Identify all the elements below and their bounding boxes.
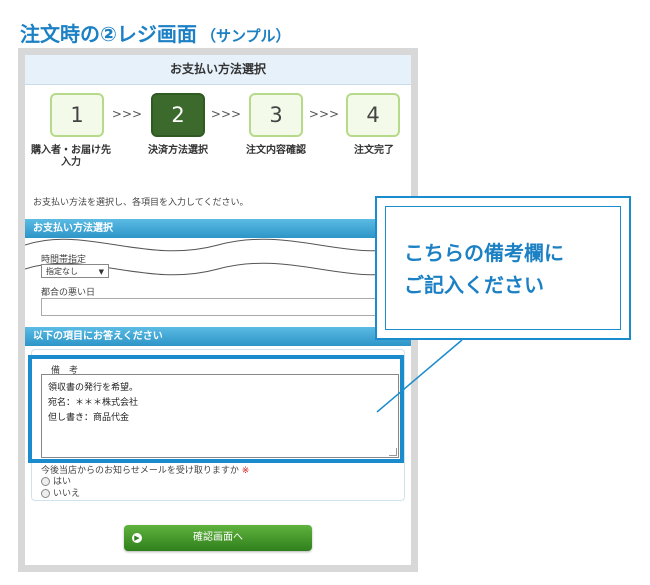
step-label-4: 注文完了 xyxy=(354,145,394,156)
questions-section-header: 以下の項目にお答えください xyxy=(25,327,411,346)
step-arrow: >>> xyxy=(111,107,143,121)
step-label-1: 購入者・お届け先 入力 xyxy=(31,145,111,168)
radio-no[interactable]: いいえ xyxy=(41,486,80,499)
time-slot-select[interactable]: 指定なし ▼ xyxy=(41,264,109,278)
step-2-active: 2 xyxy=(151,93,205,137)
bad-day-label: 都合の悪い日 xyxy=(41,288,96,298)
heading-sub: （サンプル） xyxy=(200,27,291,45)
intro-text: お支払い方法を選択し、各項目を入力してください。 xyxy=(33,198,249,208)
step-arrow: >>> xyxy=(210,107,242,121)
callout-inner: こちらの備考欄に ご記入ください xyxy=(385,206,621,330)
radio-no-label: いいえ xyxy=(53,489,81,499)
page-title: お支払い方法選択 xyxy=(25,55,411,85)
bad-day-input[interactable] xyxy=(41,298,405,316)
step-4: 4 xyxy=(346,93,400,137)
newsletter-question: 今後当店からのお知らせメールを受け取りますか ※ xyxy=(41,463,249,476)
time-slot-value: 指定なし xyxy=(46,267,78,276)
radio-circle-icon xyxy=(41,477,50,486)
step-1: 1 xyxy=(50,93,104,137)
page-heading: 注文時の②レジ画面 （サンプル） xyxy=(20,18,291,47)
checkout-screen: お支払い方法選択 1 >>> 2 >>> 3 >>> 4 購入者・お届け先 入力… xyxy=(25,55,411,565)
heading-main: 注文時の②レジ画面 xyxy=(20,22,197,46)
confirm-button-label: 確認画面へ xyxy=(193,532,243,543)
step-label-2: 決済方法選択 xyxy=(148,145,208,156)
caret-down-icon: ▼ xyxy=(98,268,104,276)
required-mark: ※ xyxy=(241,466,250,476)
arrow-right-icon: ▶ xyxy=(132,533,142,543)
confirm-button[interactable]: ▶ 確認画面へ xyxy=(124,525,312,551)
remarks-highlight xyxy=(28,355,404,463)
step-label-3: 注文内容確認 xyxy=(246,145,306,156)
step-arrow: >>> xyxy=(308,107,340,121)
radio-circle-icon xyxy=(41,489,50,498)
callout-line: ご記入ください xyxy=(404,273,544,297)
callout-box: こちらの備考欄に ご記入ください xyxy=(375,196,631,340)
step-3: 3 xyxy=(249,93,303,137)
callout-line: こちらの備考欄に xyxy=(404,241,564,265)
